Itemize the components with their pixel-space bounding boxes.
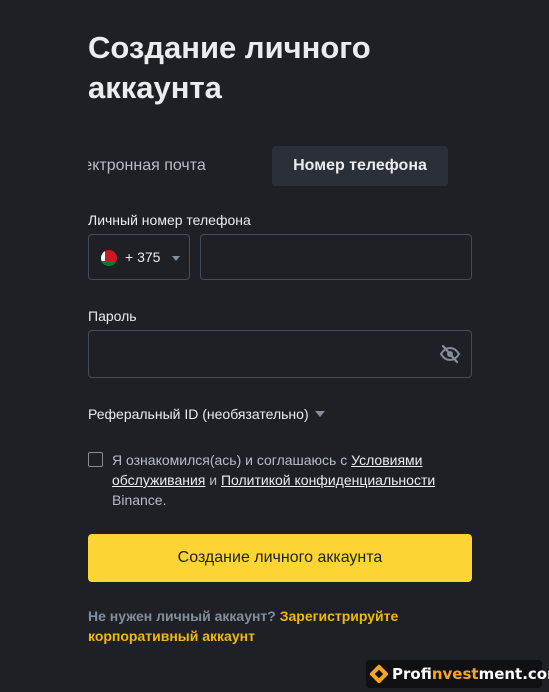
belarus-flag-icon [101, 250, 117, 266]
tab-email[interactable]: лектронная почта [88, 146, 206, 186]
phone-input[interactable] [200, 234, 472, 280]
create-account-button[interactable]: Создание личного аккаунта [88, 534, 472, 582]
country-code-value: + 375 [125, 249, 161, 265]
page-title: Создание личного аккаунта [88, 30, 371, 105]
agreement-text: Я ознакомился(ась) и соглашаюсь с Услови… [112, 452, 436, 508]
chevron-down-icon [172, 256, 180, 261]
agreement-checkbox[interactable] [88, 452, 103, 467]
watermark-logo: Profinvestment.com [366, 660, 549, 688]
privacy-link[interactable]: Политикой конфиденциальности [221, 472, 435, 488]
corporate-account-prompt: Не нужен личный аккаунт? Зарегистрируйте… [88, 608, 399, 644]
phone-label: Личный номер телефона [88, 212, 251, 228]
password-label: Пароль [88, 308, 137, 324]
signup-method-tabs: лектронная почта Номер телефона [88, 146, 472, 186]
country-code-select[interactable]: + 375 [88, 234, 190, 280]
referral-toggle[interactable]: Реферальный ID (необязательно) [88, 406, 325, 422]
password-input[interactable] [88, 330, 472, 378]
referral-label: Реферальный ID (необязательно) [88, 406, 309, 422]
eye-slash-icon[interactable] [439, 343, 461, 365]
tab-phone[interactable]: Номер телефона [272, 146, 448, 186]
triangle-down-icon [314, 411, 325, 417]
watermark-icon [369, 664, 389, 684]
